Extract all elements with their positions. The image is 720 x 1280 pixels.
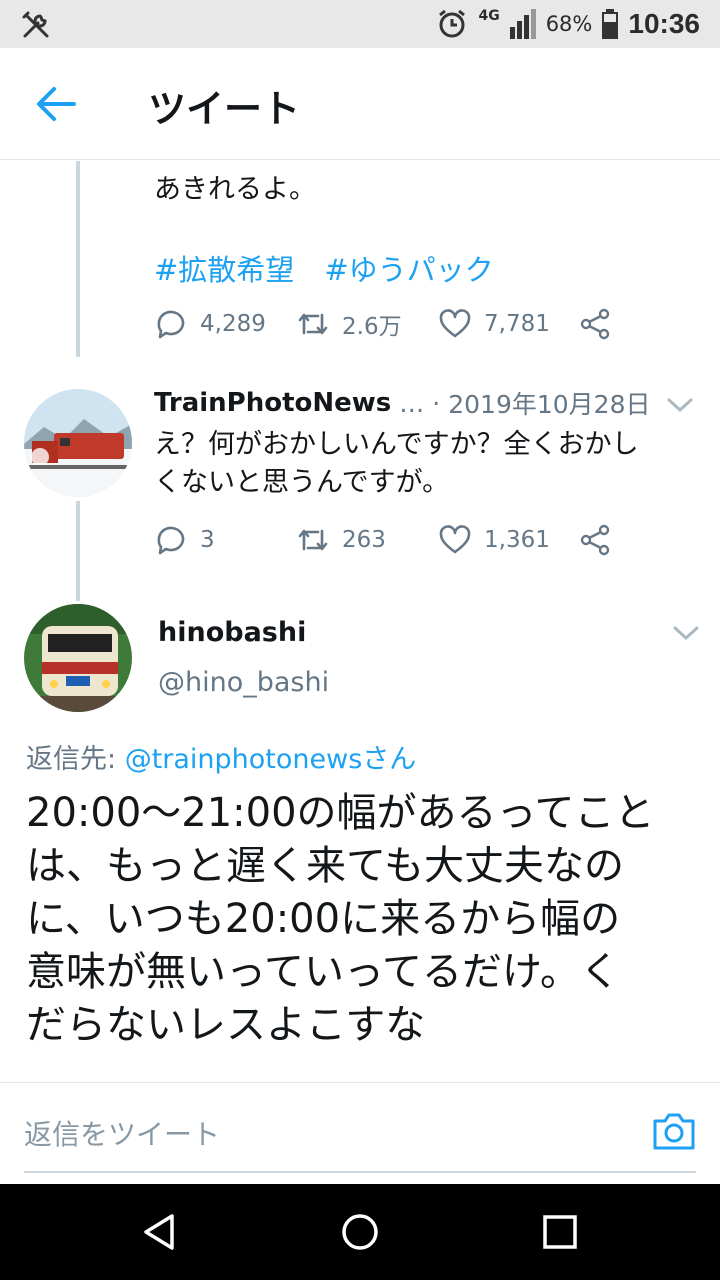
display-name[interactable]: hinobashi bbox=[158, 617, 306, 648]
reply-placeholder: 返信をツイート bbox=[24, 1118, 221, 1151]
train-photo-avatar bbox=[24, 604, 132, 712]
avatar-hinobashi[interactable] bbox=[24, 604, 132, 712]
hashtag-link[interactable]: #ゆうパック bbox=[324, 247, 493, 289]
like-button[interactable]: 1,361 bbox=[438, 523, 578, 557]
retweet-button[interactable]: 2.6万 bbox=[296, 307, 438, 341]
battery-icon bbox=[602, 9, 619, 39]
prev-tweet-actions: 4,289 2.6万 7,781 bbox=[154, 307, 612, 341]
status-bar: 4G 68% 10:36 bbox=[0, 0, 720, 48]
like-count: 7,781 bbox=[484, 311, 550, 337]
retweet-icon bbox=[298, 529, 328, 551]
reply-tweet-actions: 3 263 1,361 bbox=[154, 523, 612, 557]
heart-icon bbox=[439, 525, 471, 554]
separator-dot: · bbox=[432, 388, 441, 418]
retweet-icon bbox=[298, 313, 328, 335]
thread-line bbox=[76, 161, 80, 357]
reply-icon bbox=[157, 526, 185, 555]
nav-back-icon[interactable] bbox=[140, 1212, 180, 1252]
tweet-line: だらないレスよこすな bbox=[26, 1002, 426, 1048]
reply-tweet-line1: え？何がおかしいんですか？全くおかし bbox=[154, 429, 639, 460]
tweet-line: に、いつも20:00に来るから幅の bbox=[26, 896, 621, 942]
like-button[interactable]: 7,781 bbox=[438, 307, 578, 341]
tools-icon bbox=[22, 11, 49, 38]
reply-to-user-link[interactable]: @trainphotonewsさん bbox=[125, 744, 417, 775]
reply-to: 返信先: @trainphotonewsさん bbox=[26, 737, 416, 776]
tweet-date: 2019年10月28日 bbox=[448, 390, 651, 419]
like-count: 1,361 bbox=[484, 527, 550, 553]
reply-bar: 返信をツイート bbox=[0, 1082, 720, 1184]
reply-to-label: 返信先: bbox=[26, 744, 125, 775]
user-handle[interactable]: @hino_bashi bbox=[158, 667, 329, 698]
tweet-header: TrainPhotoNews … · 2019年10月28日 bbox=[154, 385, 650, 421]
heart-icon bbox=[439, 309, 471, 338]
signal-icon bbox=[509, 9, 536, 39]
retweet-button[interactable]: 263 bbox=[296, 523, 438, 557]
tweet-line: 意味が無いっていってるだけ。く bbox=[26, 949, 620, 995]
tweet-line: は、もっと遅く来ても大丈夫なの bbox=[26, 843, 624, 889]
back-arrow-icon[interactable] bbox=[34, 84, 78, 124]
share-button[interactable] bbox=[578, 307, 612, 341]
hashtag-list: #拡散希望 #ゆうパック bbox=[154, 247, 494, 289]
retweet-count: 2.6万 bbox=[342, 314, 402, 340]
hashtag-link[interactable]: #拡散希望 bbox=[154, 247, 294, 289]
share-icon bbox=[580, 308, 610, 340]
train-photo-avatar bbox=[24, 389, 132, 497]
camera-icon[interactable] bbox=[652, 1111, 696, 1151]
system-nav-bar bbox=[0, 1184, 720, 1280]
network-type: 4G bbox=[478, 8, 500, 24]
chevron-down-icon[interactable] bbox=[672, 623, 700, 643]
name-ellipsis: … bbox=[399, 388, 425, 418]
nav-home-icon[interactable] bbox=[340, 1212, 380, 1252]
main-tweet-text: 20:00〜21:00の幅があるってこと は、もっと遅く来ても大丈夫なの に、い… bbox=[26, 787, 706, 1052]
share-icon bbox=[580, 524, 610, 556]
reply-tweet-line2: くないと思うんですが。 bbox=[154, 467, 450, 498]
chevron-down-icon[interactable] bbox=[666, 395, 694, 415]
reply-button[interactable]: 4,289 bbox=[154, 307, 296, 341]
clock: 10:36 bbox=[628, 8, 700, 39]
reply-input[interactable]: 返信をツイート bbox=[24, 1083, 696, 1173]
prev-tweet-text: あきれるよ。 bbox=[154, 174, 316, 205]
tweet-line: 20:00〜21:00の幅があるってこと bbox=[26, 790, 655, 836]
nav-recents-icon[interactable] bbox=[540, 1212, 580, 1252]
avatar-trainphotonews[interactable] bbox=[24, 389, 132, 497]
tweet-thread[interactable]: あきれるよ。 #拡散希望 #ゆうパック 4,289 2.6万 7,781 Tra… bbox=[0, 161, 720, 1081]
reply-button[interactable]: 3 bbox=[154, 523, 296, 557]
retweet-count: 263 bbox=[342, 527, 386, 553]
app-bar: ツイート bbox=[0, 48, 720, 160]
reply-count: 4,289 bbox=[200, 311, 266, 337]
share-button[interactable] bbox=[578, 523, 612, 557]
page-title: ツイート bbox=[148, 87, 301, 131]
battery-percent: 68% bbox=[545, 12, 593, 36]
reply-icon bbox=[157, 310, 185, 339]
thread-line bbox=[76, 501, 80, 601]
reply-count: 3 bbox=[200, 527, 215, 553]
display-name[interactable]: TrainPhotoNews bbox=[154, 388, 391, 418]
alarm-icon bbox=[439, 9, 466, 38]
